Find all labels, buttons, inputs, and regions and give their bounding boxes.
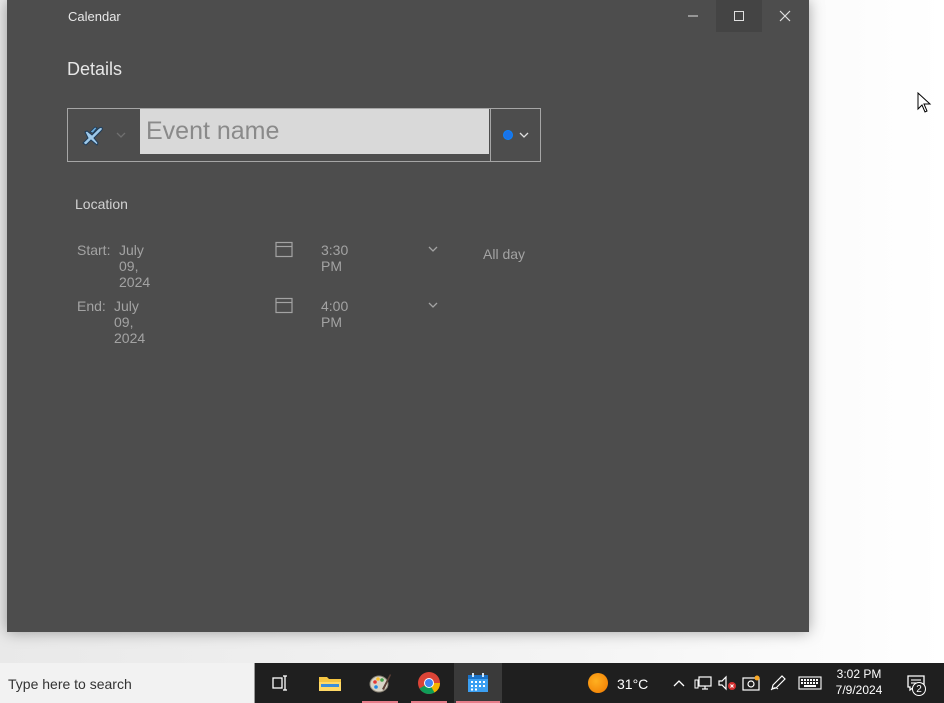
chrome-button[interactable] — [409, 663, 449, 703]
event-color-picker[interactable] — [490, 109, 541, 161]
paint-app-button[interactable] — [360, 663, 400, 703]
title-bar[interactable]: Calendar — [7, 0, 809, 32]
security-tray-button[interactable] — [740, 663, 762, 703]
taskbar-search-box[interactable]: Type here to search — [0, 663, 255, 703]
weather-sun-icon[interactable] — [588, 673, 608, 693]
calendar-app-icon — [468, 673, 488, 692]
chevron-down-icon — [116, 132, 126, 138]
calendar-icon[interactable] — [274, 239, 294, 259]
location-field[interactable]: Location — [75, 196, 128, 212]
calendar-icon[interactable] — [274, 295, 294, 315]
event-icon-picker[interactable] — [68, 109, 140, 161]
file-explorer-button[interactable] — [310, 663, 350, 703]
volume-muted-icon — [718, 675, 736, 691]
app-title: Calendar — [68, 9, 121, 24]
close-button[interactable] — [762, 0, 808, 32]
details-heading: Details — [67, 59, 123, 79]
folder-icon — [319, 677, 341, 691]
start-label: Start: — [77, 242, 111, 258]
close-icon — [779, 10, 791, 22]
maximize-icon — [734, 11, 744, 21]
taskbar-clock[interactable]: 3:02 PM 7/9/2024 — [830, 666, 888, 698]
chevron-down-icon[interactable] — [427, 243, 439, 255]
camera-sync-icon — [742, 675, 760, 691]
pen-tray-button[interactable] — [766, 663, 790, 703]
color-swatch-icon — [503, 130, 513, 140]
pen-icon — [770, 675, 786, 691]
start-time[interactable]: 3:30 PM — [321, 242, 348, 274]
weather-temperature[interactable]: 31°C — [617, 676, 648, 692]
paint-palette-icon — [369, 674, 391, 693]
event-name-input[interactable] — [140, 109, 489, 154]
task-view-button[interactable] — [260, 663, 300, 703]
end-time[interactable]: 4:00 PM — [321, 298, 348, 330]
end-date[interactable]: July 09, 2024 — [114, 298, 145, 346]
task-view-icon — [272, 675, 287, 691]
search-placeholder: Type here to search — [8, 676, 132, 692]
end-label: End: — [77, 298, 106, 314]
touch-keyboard-button[interactable] — [796, 663, 824, 703]
minimize-button[interactable] — [670, 0, 716, 32]
event-name-box — [67, 108, 541, 162]
chevron-down-icon — [519, 132, 529, 138]
calendar-window: Calendar Details Location Start: July 09… — [7, 0, 809, 632]
chevron-down-icon[interactable] — [427, 299, 439, 311]
clock-date: 7/9/2024 — [835, 683, 883, 697]
show-hidden-icons-button[interactable] — [670, 663, 688, 703]
chrome-icon — [418, 672, 440, 694]
notification-count-badge: 2 — [912, 682, 926, 696]
taskbar: Type here to search 31°C 3:02 PM 7/9/202… — [0, 663, 944, 703]
all-day-toggle[interactable]: All day — [483, 246, 525, 262]
calendar-app-button[interactable] — [454, 663, 502, 703]
minimize-icon — [688, 15, 698, 17]
network-icon — [694, 676, 712, 690]
start-date[interactable]: July 09, 2024 — [119, 242, 150, 290]
clock-time: 3:02 PM — [836, 667, 882, 681]
keyboard-icon — [798, 676, 822, 690]
volume-tray-button[interactable] — [716, 663, 738, 703]
maximize-button[interactable] — [716, 0, 762, 32]
airplane-icon — [82, 126, 103, 146]
network-tray-button[interactable] — [692, 663, 714, 703]
chevron-up-icon — [673, 680, 685, 687]
mouse-cursor-icon — [917, 92, 932, 113]
